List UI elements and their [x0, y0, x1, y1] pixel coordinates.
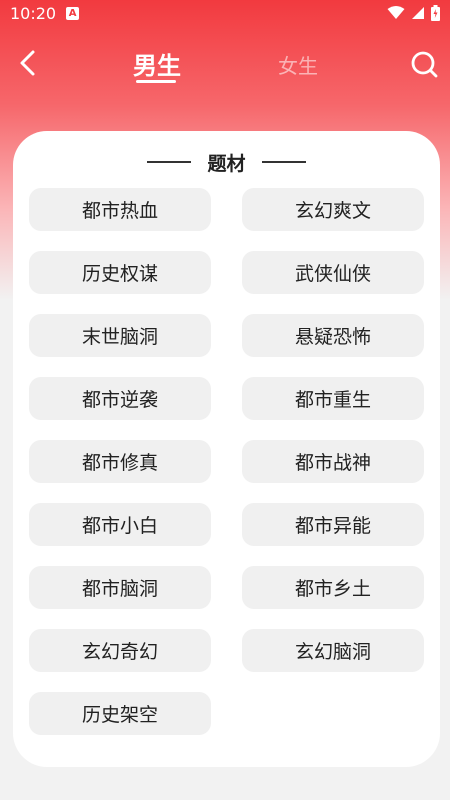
genre-chip[interactable]: 武侠仙侠	[242, 251, 424, 294]
genre-chip[interactable]: 悬疑恐怖	[242, 314, 424, 357]
search-icon[interactable]	[408, 48, 440, 80]
genre-chip[interactable]: 都市修真	[29, 440, 211, 483]
status-time: 10:20	[10, 3, 57, 23]
genre-grid: 都市热血 玄幻爽文 历史权谋 武侠仙侠 末世脑洞 悬疑恐怖 都市逆袭 都市重生 …	[29, 188, 424, 735]
battery-icon	[431, 5, 440, 21]
genre-chip[interactable]: 都市逆袭	[29, 377, 211, 420]
cell-signal-icon	[412, 7, 424, 19]
top-nav: 男生 女生	[0, 38, 450, 90]
genre-chip[interactable]: 都市异能	[242, 503, 424, 546]
genre-chip[interactable]: 都市脑洞	[29, 566, 211, 609]
genre-chip[interactable]: 都市热血	[29, 188, 211, 231]
back-arrow-icon[interactable]	[14, 48, 44, 78]
genre-chip[interactable]: 玄幻奇幻	[29, 629, 211, 672]
title-divider-left	[147, 161, 192, 163]
tab-active-indicator	[136, 80, 176, 83]
genre-chip[interactable]: 玄幻爽文	[242, 188, 424, 231]
card-header: 题材	[13, 149, 440, 175]
genre-chip[interactable]: 历史权谋	[29, 251, 211, 294]
genre-chip[interactable]: 玄幻脑洞	[242, 629, 424, 672]
genre-chip[interactable]: 都市重生	[242, 377, 424, 420]
card-title: 题材	[207, 152, 246, 175]
wifi-icon	[387, 6, 405, 19]
notification-a-icon: A	[66, 6, 80, 20]
genre-chip[interactable]: 末世脑洞	[29, 314, 211, 357]
tab-female[interactable]: 女生	[278, 50, 318, 79]
status-icons	[387, 5, 440, 21]
status-bar: 10:20 A	[0, 0, 450, 26]
tab-male[interactable]: 男生	[133, 46, 181, 81]
genre-chip[interactable]: 历史架空	[29, 692, 211, 735]
genre-chip[interactable]: 都市小白	[29, 503, 211, 546]
genre-card: 题材 都市热血 玄幻爽文 历史权谋 武侠仙侠 末世脑洞 悬疑恐怖 都市逆袭 都市…	[13, 131, 440, 767]
genre-chip[interactable]: 都市乡土	[242, 566, 424, 609]
genre-chip[interactable]: 都市战神	[242, 440, 424, 483]
title-divider-right	[261, 161, 306, 163]
